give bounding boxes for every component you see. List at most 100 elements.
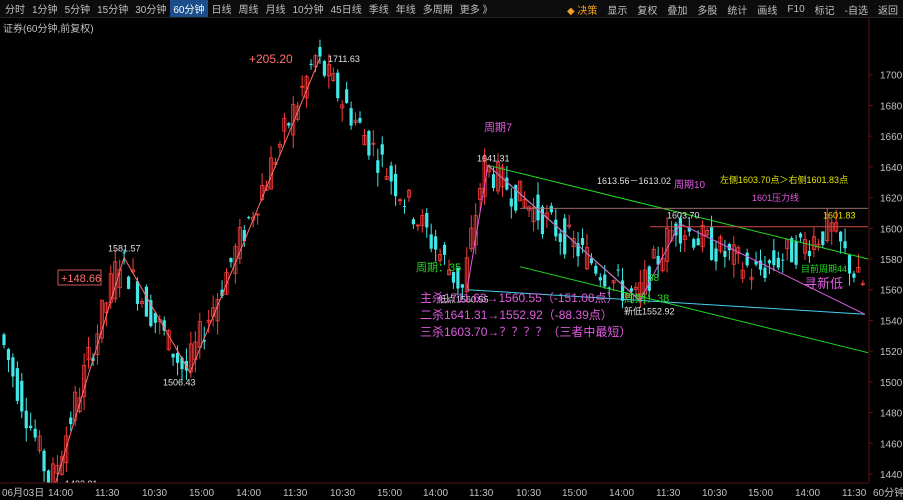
menu-item[interactable]: 返回 (873, 2, 903, 17)
pivot-label: 1603.70 (667, 211, 700, 221)
candle-body (767, 260, 771, 264)
candle-body (20, 380, 24, 412)
tab-timeframe[interactable]: 1分钟 (29, 0, 61, 17)
candle-body (425, 213, 429, 228)
zigzag-line (54, 57, 321, 485)
tab-timeframe[interactable]: 月线 (263, 0, 289, 17)
tab-timeframe[interactable]: 周线 (236, 0, 262, 17)
candle-body (144, 286, 148, 317)
candle-body (402, 206, 407, 208)
candlestick-chart[interactable]: ←1432.911581.571506.431711.63低点1560.5516… (0, 18, 903, 500)
y-tick-label: 1640 (880, 163, 903, 174)
candle-body (558, 233, 562, 242)
candle-body (24, 410, 28, 429)
x-tick-label: 11:30 (283, 488, 308, 499)
menu-item[interactable]: -自选 (840, 2, 873, 17)
menu-item[interactable]: ◆ 决策 (562, 2, 602, 17)
trend-lines (54, 57, 869, 485)
tab-timeframe[interactable]: 年线 (393, 0, 419, 17)
candle-body (603, 274, 607, 287)
candle-body (135, 281, 140, 304)
candle-body (781, 259, 785, 261)
candle-body (349, 108, 353, 126)
pivot-label: 1581.57 (108, 243, 141, 253)
tab-timeframe[interactable]: 季线 (366, 0, 392, 17)
x-tick-label: 14:00 (423, 488, 448, 499)
x-tick-label: 11:30 (95, 488, 120, 499)
candle-body (790, 237, 794, 263)
summary-line: 三杀1603.70→？？？？（三者中最短） (420, 324, 631, 339)
menu-item[interactable]: 多股 (692, 2, 722, 17)
tab-timeframe[interactable]: 15分钟 (94, 0, 131, 17)
menu-item[interactable]: 标记 (810, 2, 840, 17)
tab-timeframe[interactable]: 10分钟 (290, 0, 327, 17)
candle-body (723, 250, 727, 257)
x-tick-label: 14:00 (609, 488, 634, 499)
y-tick-label: 1460 (880, 439, 903, 450)
candle-body (380, 144, 384, 155)
tab-timeframe[interactable]: 60分钟 (170, 0, 208, 17)
candle-body (434, 236, 438, 250)
menu-item[interactable]: 统计 (722, 2, 752, 17)
x-tick-label: 14:00 (236, 488, 261, 499)
find-low-label: 寻新低 (804, 276, 843, 291)
candle-body (807, 250, 812, 257)
pressure-label: 1601压力线 (752, 192, 799, 203)
candle-body (847, 255, 852, 274)
y-tick-label: 1500 (880, 378, 903, 389)
cycle-label: 周期7 (484, 121, 512, 134)
summary-line: 主杀1711.63→1560.55（-151.08点） (420, 290, 619, 305)
candle-body (536, 194, 540, 221)
pivot-label: 1506.43 (163, 378, 196, 388)
x-tick-label: 15:00 (562, 488, 587, 499)
tab-timeframe[interactable]: 分时 (2, 0, 28, 17)
tab-timeframe[interactable]: 5分钟 (62, 0, 94, 17)
y-tick-label: 1520 (880, 347, 903, 358)
tab-timeframe[interactable]: 更多 》 (457, 0, 496, 17)
candle-body (594, 265, 598, 274)
candle-body (127, 276, 131, 289)
candle-body (336, 72, 340, 99)
candle-body (69, 417, 73, 425)
candle-body (554, 219, 558, 237)
gain-label: +205.20 (249, 52, 293, 66)
y-tick-label: 1660 (880, 132, 903, 143)
candle-body (745, 252, 749, 266)
candle-body (411, 219, 415, 225)
candle-body (549, 205, 553, 213)
candle-body (229, 257, 233, 263)
tab-timeframe[interactable]: 30分钟 (132, 0, 169, 17)
x-tick-label: 10:30 (516, 488, 541, 499)
tab-timeframe[interactable]: 多周期 (420, 0, 456, 17)
candle-body (367, 130, 371, 156)
candle-body (692, 239, 696, 248)
candle-body (616, 269, 620, 271)
candle-body (798, 233, 803, 238)
menu-item[interactable]: 复权 (632, 2, 662, 17)
x-tick-label: 10:30 (330, 488, 355, 499)
menu-item[interactable]: F10 (782, 4, 809, 15)
candle-body (794, 241, 798, 265)
x-tick-label: 15:00 (748, 488, 773, 499)
y-tick-label: 1700 (880, 71, 903, 82)
candle-body (491, 174, 496, 189)
candle-body (758, 260, 763, 270)
candle-body (376, 160, 380, 173)
pivot-label: 1711.63 (328, 54, 360, 64)
menu-item[interactable]: 画线 (752, 2, 782, 17)
menu-item[interactable]: 叠加 (662, 2, 692, 17)
candle-body (776, 257, 780, 268)
x-tick-label: 60分钟 (873, 486, 903, 499)
gain-label: +148.66 (61, 273, 101, 285)
candle-body (821, 231, 825, 245)
tab-timeframe[interactable]: 45日线 (328, 0, 365, 17)
x-tick-label: 10:30 (142, 488, 167, 499)
candle-body (839, 231, 843, 242)
y-tick-label: 1560 (880, 286, 903, 297)
candle-body (460, 284, 464, 288)
menu-item[interactable]: 显示 (602, 2, 632, 17)
tab-timeframe[interactable]: 日线 (209, 0, 235, 17)
candle-body (29, 425, 33, 428)
candle-body (287, 123, 291, 126)
candle-body (714, 248, 718, 262)
